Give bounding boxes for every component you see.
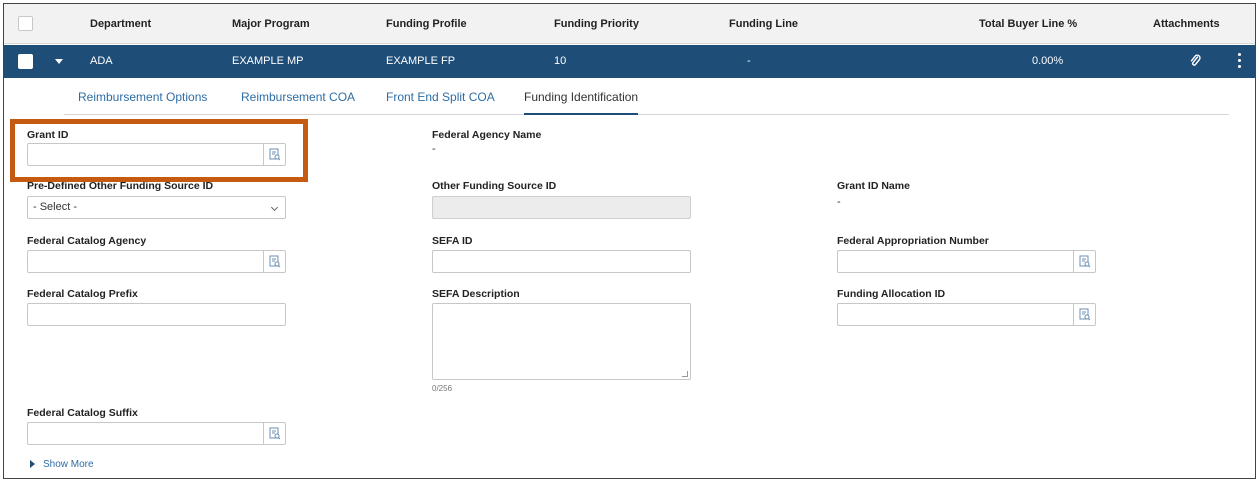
funding-allocation-id-label: Funding Allocation ID [837,288,946,300]
funding-allocation-id-lookup-button[interactable] [1073,304,1095,325]
col-header-funding-priority[interactable]: Funding Priority [554,4,639,44]
tab-funding-identification[interactable]: Funding Identification [524,79,639,115]
tab-reimbursement-coa[interactable]: Reimbursement COA [241,79,355,115]
table-row[interactable]: ADA EXAMPLE MP EXAMPLE FP 10 - 0.00% [4,45,1255,78]
funding-grid: Department Major Program Funding Profile… [3,3,1256,479]
federal-catalog-prefix-label: Federal Catalog Prefix [27,288,138,300]
federal-appropriation-number-field[interactable] [837,250,1096,273]
grant-id-name-value: - [837,196,841,208]
detail-tabs: Reimbursement Options Reimbursement COA … [64,79,1229,115]
grant-id-label: Grant ID [27,129,69,141]
federal-catalog-prefix-field[interactable] [27,303,286,326]
tab-reimbursement-options[interactable]: Reimbursement Options [78,79,207,115]
federal-catalog-agency-lookup-button[interactable] [263,251,285,272]
cell-funding-profile: EXAMPLE FP [386,55,456,67]
grid-header-row: Department Major Program Funding Profile… [4,4,1255,44]
caret-down-icon[interactable] [55,59,63,64]
col-header-attachments[interactable]: Attachments [1153,4,1220,44]
paperclip-icon[interactable] [1189,54,1201,68]
federal-catalog-suffix-lookup-button[interactable] [263,423,285,444]
federal-agency-name-value: - [432,143,436,155]
grant-id-field[interactable] [27,143,286,166]
select-value: - Select - [33,201,78,213]
predefined-other-funding-source-id-select[interactable]: - Select - [27,196,286,219]
show-more-link[interactable]: Show More [30,459,94,470]
col-header-funding-line[interactable]: Funding Line [729,4,798,44]
sefa-description-label: SEFA Description [432,288,520,300]
lookup-icon [1079,255,1090,268]
caret-right-icon [30,460,35,468]
funding-allocation-id-field[interactable] [837,303,1096,326]
col-header-department[interactable]: Department [90,4,151,44]
other-funding-source-id-label: Other Funding Source ID [432,180,557,192]
other-funding-source-id-field [432,196,691,219]
select-all-checkbox[interactable] [18,16,33,31]
sefa-description-counter: 0/256 [432,384,453,393]
sefa-id-field[interactable] [432,250,691,273]
cell-department: ADA [90,55,113,67]
federal-appropriation-number-label: Federal Appropriation Number [837,235,989,247]
lookup-icon [269,148,280,161]
federal-catalog-suffix-label: Federal Catalog Suffix [27,407,138,419]
col-header-total-buyer-line-pct[interactable]: Total Buyer Line % [979,4,1077,44]
kebab-icon[interactable] [1236,53,1242,69]
lookup-icon [1079,308,1090,321]
grant-id-lookup-button[interactable] [263,144,285,165]
col-header-major-program[interactable]: Major Program [232,4,310,44]
lookup-icon [269,427,280,440]
cell-major-program: EXAMPLE MP [232,55,304,67]
federal-appropriation-number-lookup-button[interactable] [1073,251,1095,272]
row-checkbox[interactable] [18,54,33,69]
federal-catalog-suffix-field[interactable] [27,422,286,445]
tab-front-end-split-coa[interactable]: Front End Split COA [386,79,495,115]
federal-agency-name-label: Federal Agency Name [432,129,542,141]
sefa-id-label: SEFA ID [432,235,473,247]
cell-total-buyer-line-pct: 0.00% [1032,55,1064,67]
lookup-icon [269,255,280,268]
chevron-down-icon [270,203,279,212]
cell-funding-line: - [747,55,751,67]
predefined-other-funding-source-id-label: Pre-Defined Other Funding Source ID [27,180,214,192]
cell-funding-priority: 10 [554,55,567,67]
resize-handle[interactable] [682,371,688,377]
grant-id-name-label: Grant ID Name [837,180,910,192]
show-more-label: Show More [43,459,94,470]
federal-catalog-agency-field[interactable] [27,250,286,273]
federal-catalog-agency-label: Federal Catalog Agency [27,235,147,247]
sefa-description-textarea[interactable] [432,303,691,380]
col-header-funding-profile[interactable]: Funding Profile [386,4,467,44]
